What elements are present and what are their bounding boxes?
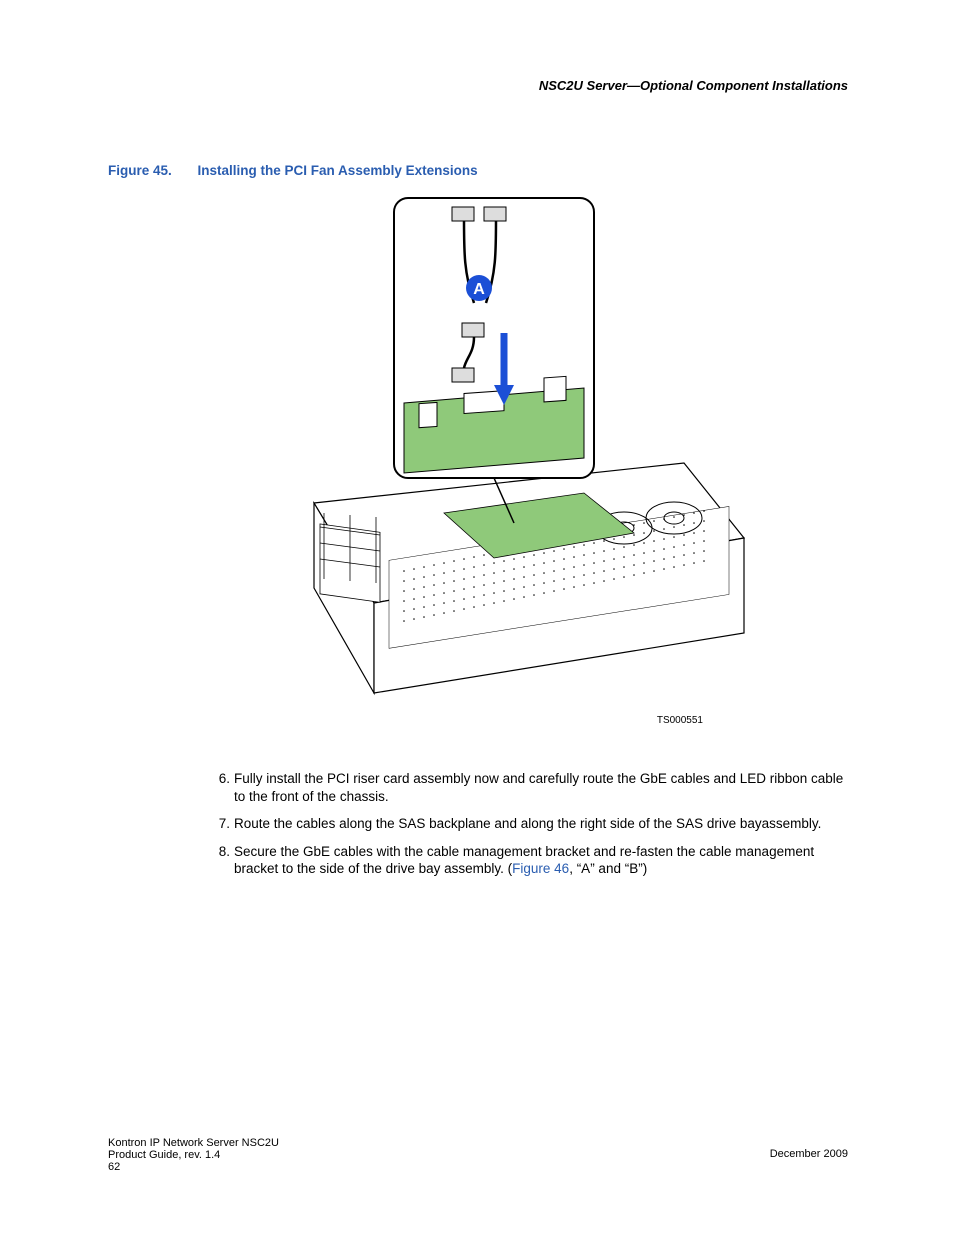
step-7: 7. Route the cables along the SAS backpl… <box>212 815 852 833</box>
callout-a-icon: A <box>466 275 492 301</box>
steps-list: 6. Fully install the PCI riser card asse… <box>212 770 852 888</box>
figure-illustration: A TS000551 <box>214 193 759 746</box>
footer-page: 62 <box>108 1161 848 1173</box>
figure-xref-link[interactable]: Figure 46 <box>512 861 569 876</box>
step-8: 8. Secure the GbE cables with the cable … <box>212 843 852 878</box>
step-text: Route the cables along the SAS backplane… <box>234 815 852 833</box>
step-number: 6. <box>212 770 234 805</box>
step-6: 6. Fully install the PCI riser card asse… <box>212 770 852 805</box>
figure-id: TS000551 <box>657 715 703 726</box>
figure-label: Figure 45. <box>108 163 172 178</box>
step-number: 8. <box>212 843 234 878</box>
server-diagram-svg: A <box>214 193 759 746</box>
step-text: Secure the GbE cables with the cable man… <box>234 843 852 878</box>
footer-product: Kontron IP Network Server NSC2U <box>108 1137 848 1149</box>
step-text: Fully install the PCI riser card assembl… <box>234 770 852 805</box>
footer-date: December 2009 <box>770 1148 848 1160</box>
callout-a-label: A <box>473 281 485 298</box>
figure-caption: Figure 45. Installing the PCI Fan Assemb… <box>108 163 478 178</box>
step-number: 7. <box>212 815 234 833</box>
running-header: NSC2U Server—Optional Component Installa… <box>539 78 848 93</box>
page-footer: Kontron IP Network Server NSC2U Product … <box>108 1137 848 1173</box>
footer-guide: Product Guide, rev. 1.4 <box>108 1149 848 1161</box>
step-text-after: , “A” and “B”) <box>569 861 647 876</box>
figure-title: Installing the PCI Fan Assembly Extensio… <box>198 163 478 178</box>
